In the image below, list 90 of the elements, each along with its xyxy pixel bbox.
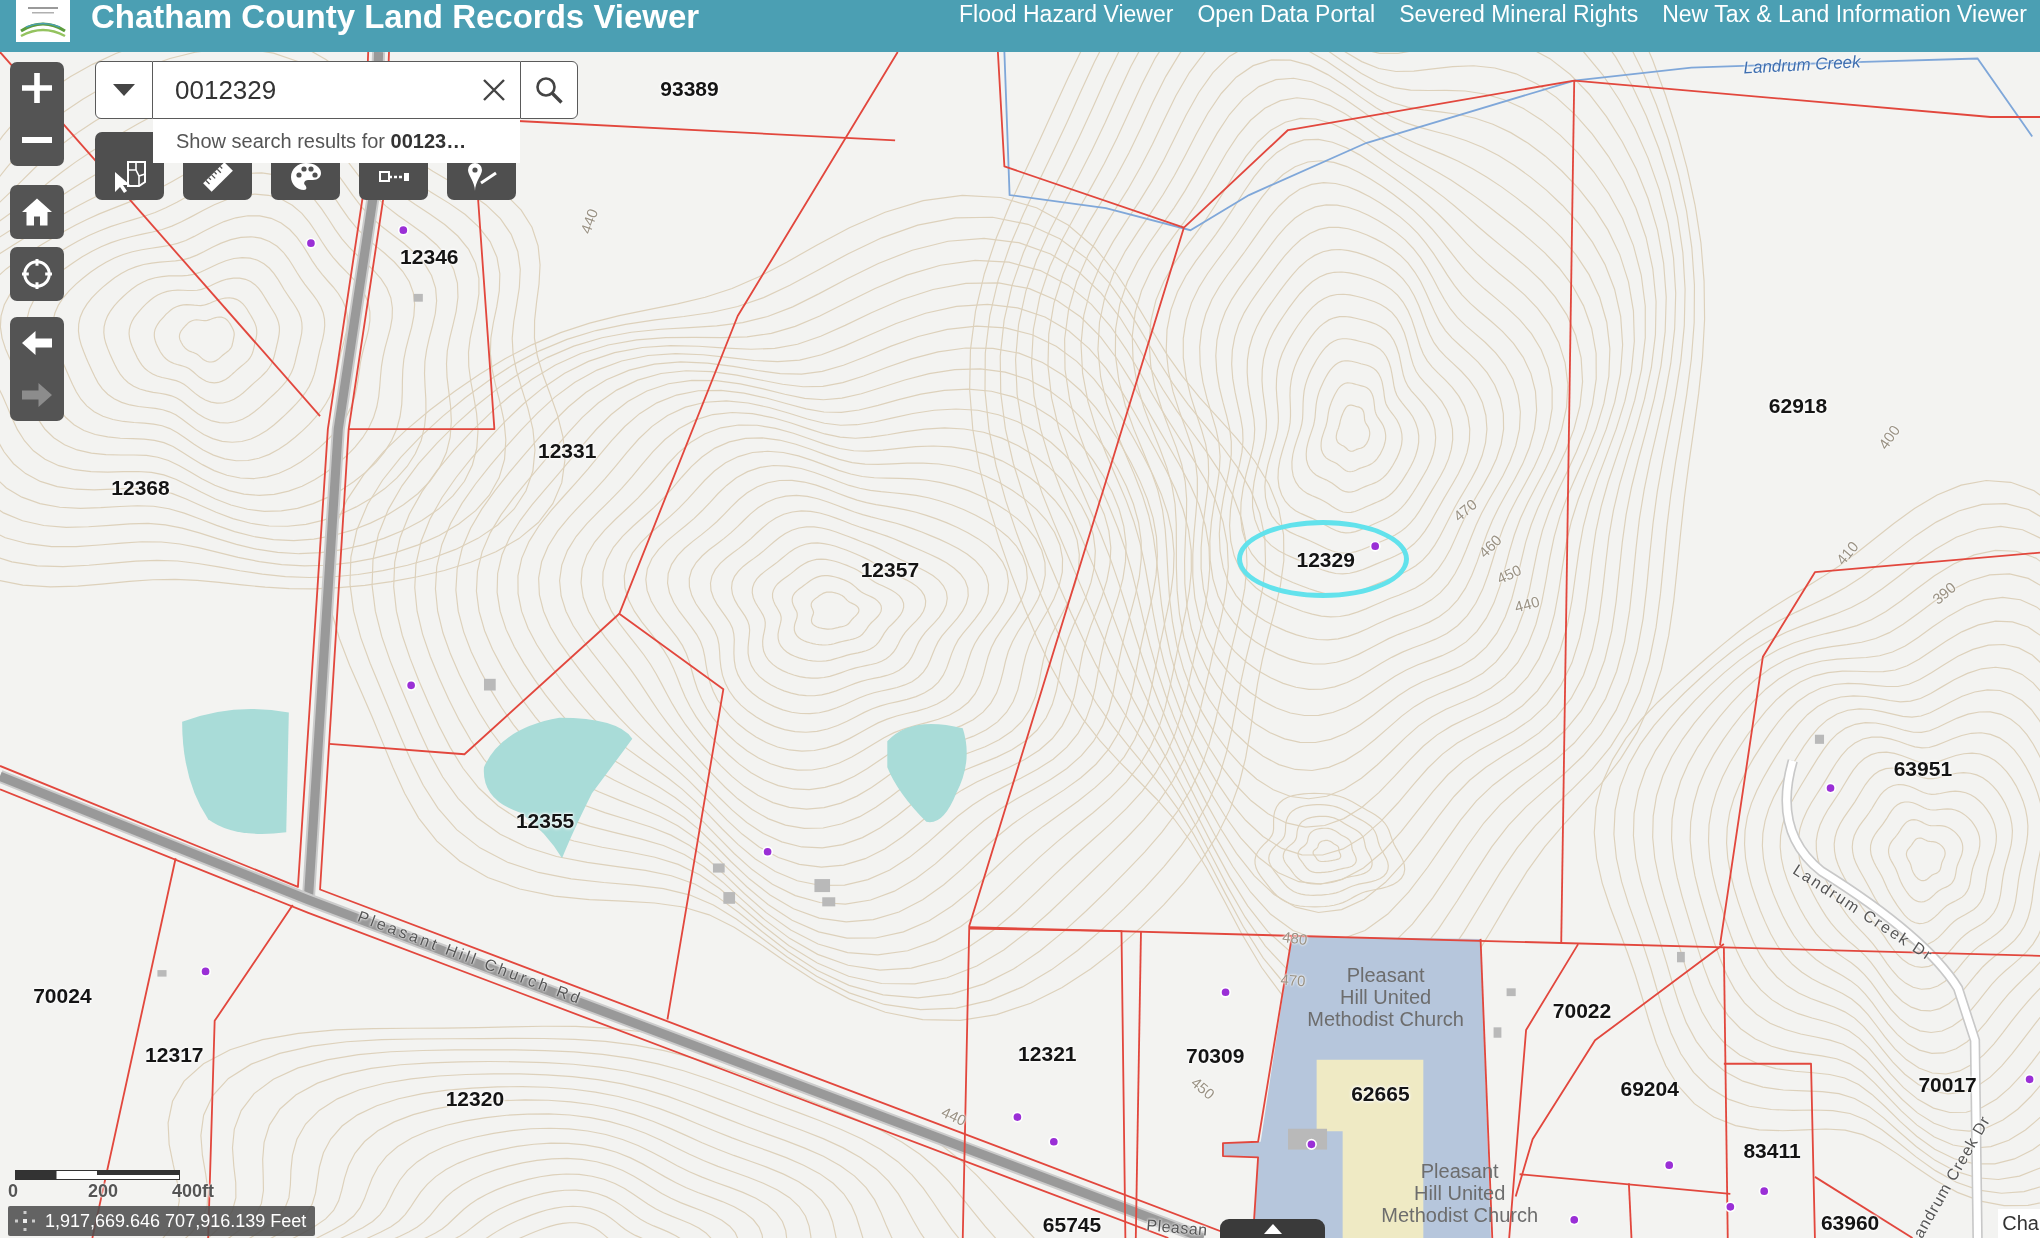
parcel-number-label[interactable]: 70022 [1552,999,1612,1021]
contour-elevation-label: 410 [1833,538,1862,568]
building-footprint [1814,734,1825,744]
parcel-number-label[interactable]: 70309 [1186,1044,1245,1066]
building-footprint [712,863,725,873]
address-point-icon[interactable] [1568,1214,1580,1226]
creek-name-label: Landrum Creek [1742,53,1861,77]
address-point-icon[interactable] [305,237,317,249]
search-button[interactable] [520,61,578,119]
address-point-icon[interactable] [1305,1138,1317,1150]
contour-elevation-label: 440 [578,206,601,236]
contour-elevation-label: 480 [1281,928,1308,948]
parcel-number-label[interactable]: 12331 [538,439,597,461]
left-arrow-icon [22,328,52,358]
building-footprint [822,897,836,907]
parcel-number-label[interactable]: 62918 [1768,394,1828,416]
contour-elevation-label: 400 [1875,422,1903,452]
address-point-icon[interactable] [1220,986,1232,998]
contour-elevation-label: 450 [1189,1073,1218,1102]
topographic-map-drawing[interactable] [0,52,2040,1238]
building-footprint [1506,988,1516,997]
building-footprint [413,293,423,302]
building-footprint [1677,951,1685,963]
crosshair-dots-icon [14,1210,36,1232]
panel-toggle-button[interactable] [1220,1219,1325,1238]
parcel-number-label[interactable]: 12357 [860,558,920,579]
address-point-icon[interactable] [397,224,409,236]
address-point-icon[interactable] [200,965,212,977]
search-field[interactable]: 0012329 [153,61,474,119]
parcel-number-label[interactable]: 12329 [1296,548,1355,570]
parcel-number-label[interactable]: 12321 [1018,1042,1077,1063]
locate-button[interactable] [10,247,64,301]
cursor-parcel-icon [113,161,146,193]
parcel-number-label[interactable]: 69204 [1620,1077,1679,1099]
close-icon [483,79,505,101]
parcel-number-label[interactable]: 70017 [1918,1073,1977,1095]
building-footprint [1493,1027,1502,1038]
parcel-number-label[interactable]: 63951 [1893,757,1953,779]
home-icon [22,197,52,227]
parcel-number-label[interactable]: 12355 [515,809,575,831]
caret-down-icon [113,84,135,96]
app-title: Chatham County Land Records Viewer [91,0,700,35]
contour-elevation-label: 470 [1450,496,1480,524]
parcel-number-label[interactable]: 12346 [400,245,459,267]
parcel-number-label[interactable]: 12317 [145,1043,204,1065]
building-footprint [157,970,167,977]
search-icon [535,76,563,104]
parcel-number-label[interactable]: 63960 [1820,1211,1880,1233]
zoom-in-button[interactable] [10,62,64,114]
contour-elevation-label: 440 [1513,593,1542,615]
scale-label: 0 [8,1182,18,1200]
parcel-number-label[interactable]: 62665 [1351,1082,1410,1104]
caret-up-icon [1263,1223,1282,1234]
road-name-label: Pleasan [1146,1217,1209,1238]
crosshair-icon [22,259,52,289]
address-point-icon[interactable] [1011,1111,1023,1123]
address-point-icon[interactable] [1369,540,1381,552]
select-button[interactable] [95,132,164,200]
home-button[interactable] [10,185,64,239]
parcel-number-label[interactable]: 12320 [445,1087,505,1109]
plus-icon [22,73,52,103]
parcel-number-label[interactable]: 65745 [1042,1213,1102,1235]
address-point-icon[interactable] [1048,1136,1060,1148]
building-footprint [723,892,736,904]
place-name-label: Pleasant Hill United Methodist Church [1307,963,1464,1030]
address-point-icon[interactable] [2024,1073,2036,1085]
back-button[interactable] [10,317,64,369]
address-point-icon[interactable] [1663,1159,1675,1171]
address-point-icon[interactable] [405,679,417,691]
palette-icon [289,161,322,193]
parcel-number-label[interactable]: 12368 [111,476,170,497]
contour-elevation-label: 390 [1929,579,1959,607]
building-footprint [814,879,831,893]
clear-search-button[interactable] [474,61,520,119]
contour-elevation-label: 440 [939,1104,969,1129]
zoom-out-button[interactable] [10,114,64,166]
contour-elevation-label: 470 [1280,971,1307,988]
parcel-number-label[interactable]: 93389 [660,77,719,99]
contour-elevation-label: 450 [1494,561,1524,586]
contour-elevation-label: 460 [1475,532,1504,561]
address-point-icon[interactable] [1724,1201,1736,1213]
parcel-number-label[interactable]: 83411 [1743,1139,1801,1161]
address-point-icon[interactable] [762,846,774,858]
minus-icon [22,137,52,143]
address-point-icon[interactable] [1825,782,1837,794]
coordinates-text: 1,917,669.646 707,916.139 Feet [45,1210,307,1232]
address-point-icon[interactable] [1758,1185,1770,1197]
attribution-text: Cha [1998,1209,2040,1238]
parcel-number-label[interactable]: 70024 [33,984,92,1006]
search-source-dropdown[interactable] [95,61,153,119]
